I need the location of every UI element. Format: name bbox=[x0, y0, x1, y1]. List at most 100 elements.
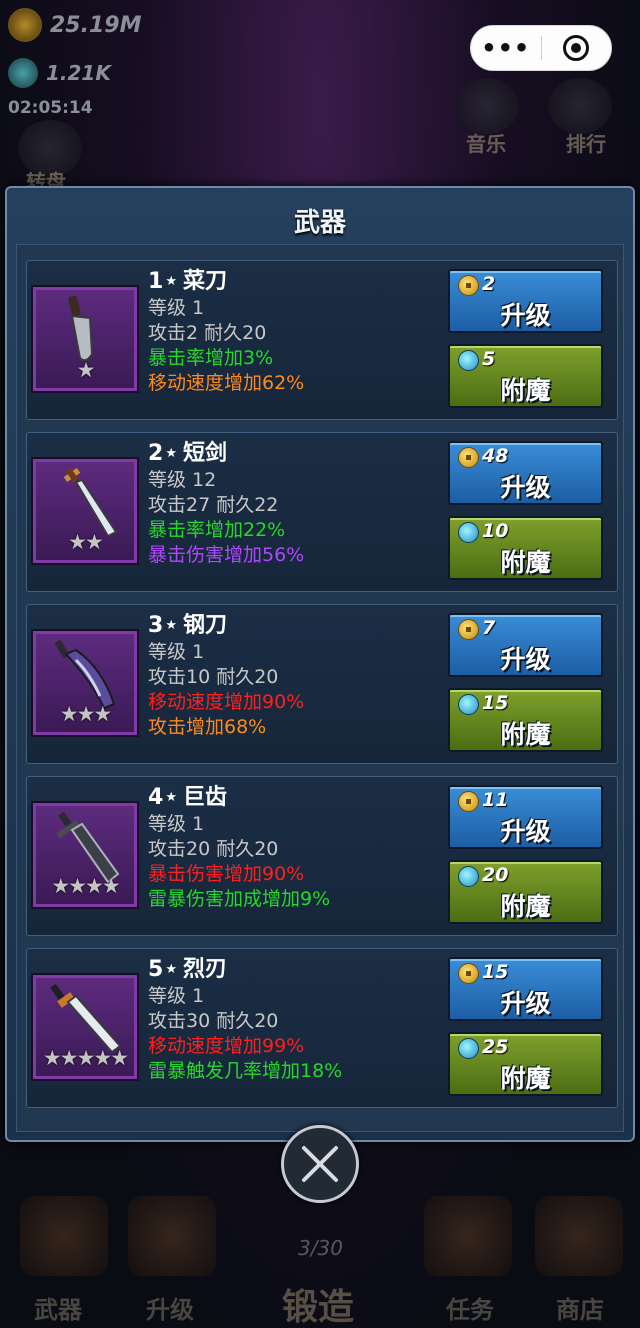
enchant-cost: 15 bbox=[482, 692, 509, 714]
weapon-name: 巨齿 bbox=[182, 785, 227, 810]
upgrade-cost: 15 bbox=[482, 961, 509, 983]
weapon-level: 等级 12 bbox=[148, 469, 217, 491]
star-icon: ★ bbox=[165, 618, 177, 633]
weapon-card-5: ★★★★★ 5 ★ 烈刃 等级 1 攻击30 耐久20 移动速度增加99% 雷暴触发… bbox=[26, 948, 618, 1108]
nav-tasks-icon[interactable] bbox=[424, 1196, 512, 1276]
gold-amount: 25.19M bbox=[50, 12, 142, 38]
rank-icon[interactable] bbox=[548, 78, 612, 134]
weapon-level: 等级 1 bbox=[148, 641, 205, 663]
nav-forge-label[interactable]: 锻造 bbox=[282, 1278, 354, 1328]
nav-weapons-icon[interactable] bbox=[20, 1196, 108, 1276]
weapon-card-2: ★★ 2 ★ 短剑 等级 12 攻击27 耐久22 暴击率增加22% 暴击伤害增加5… bbox=[26, 432, 618, 592]
weapon-stats: 攻击20 耐久20 bbox=[148, 838, 279, 860]
coin-icon bbox=[458, 619, 479, 640]
enchant-label: 附魔 bbox=[500, 1064, 551, 1093]
coin-icon bbox=[458, 963, 479, 984]
gem-icon bbox=[458, 1038, 479, 1059]
weapon-rank: 4 bbox=[148, 785, 164, 810]
nav-upgrade-icon[interactable] bbox=[128, 1196, 216, 1276]
upgrade-label: 升级 bbox=[500, 645, 551, 674]
enchant-label: 附魔 bbox=[500, 376, 551, 405]
star-rating: ★ bbox=[76, 358, 96, 382]
weapon-rank: 5 bbox=[148, 957, 164, 982]
upgrade-button[interactable]: 48 升级 bbox=[448, 441, 603, 505]
star-icon: ★ bbox=[165, 962, 177, 977]
more-menu-icon[interactable]: ••• bbox=[471, 28, 541, 68]
weapons-panel: 武器 ★ 1 ★ 菜刀 等级 1 攻击2 耐久20 暴击率增加3% 移动速度增加62… bbox=[5, 186, 635, 1142]
upgrade-button[interactable]: 15 升级 bbox=[448, 957, 603, 1021]
weapon-card-4: ★★★★ 4 ★ 巨齿 等级 1 攻击20 耐久20 暴击伤害增加90% 雷暴伤害加… bbox=[26, 776, 618, 936]
weapon-bonus-1: 移动速度增加99% bbox=[148, 1035, 305, 1057]
weapon-rank: 2 bbox=[148, 441, 164, 466]
enchant-cost: 20 bbox=[482, 864, 509, 886]
weapon-thumbnail: ★★★ bbox=[31, 629, 139, 737]
weapon-stats: 攻击30 耐久20 bbox=[148, 1010, 279, 1032]
star-icon: ★ bbox=[165, 790, 177, 805]
weapon-name-row: 1 ★ 菜刀 bbox=[148, 269, 304, 294]
weapon-rank: 1 bbox=[148, 269, 164, 294]
gold-counter: 25.19M bbox=[8, 8, 141, 42]
star-icon: ★ bbox=[165, 274, 177, 289]
upgrade-button[interactable]: 7 升级 bbox=[448, 613, 603, 677]
enchant-label: 附魔 bbox=[500, 548, 551, 577]
mini-program-capsule: ••• bbox=[470, 25, 612, 71]
enchant-button[interactable]: 25 附魔 bbox=[448, 1032, 603, 1096]
weapon-name-row: 3 ★ 钢刀 bbox=[148, 613, 304, 638]
upgrade-cost: 11 bbox=[482, 789, 509, 811]
upgrade-label: 升级 bbox=[500, 817, 551, 846]
rank-label: 排行 bbox=[566, 132, 606, 156]
weapon-level: 等级 1 bbox=[148, 985, 205, 1007]
nav-tasks-label: 任务 bbox=[446, 1296, 494, 1324]
coin-icon bbox=[458, 791, 479, 812]
close-button[interactable] bbox=[281, 1125, 359, 1203]
enchant-label: 附魔 bbox=[500, 892, 551, 921]
nav-shop-label: 商店 bbox=[556, 1296, 604, 1324]
star-rating: ★★★★★ bbox=[42, 1046, 129, 1070]
upgrade-label: 升级 bbox=[500, 473, 551, 502]
weapon-bonus-1: 移动速度增加90% bbox=[148, 691, 305, 713]
weapon-bonus-2: 雷暴触发几率增加18% bbox=[148, 1060, 343, 1082]
weapon-card-3: ★★★ 3 ★ 钢刀 等级 1 攻击10 耐久20 移动速度增加90% 攻击增加68… bbox=[26, 604, 618, 764]
nav-shop-icon[interactable] bbox=[535, 1196, 623, 1276]
enchant-button[interactable]: 15 附魔 bbox=[448, 688, 603, 752]
star-rating: ★★★★ bbox=[51, 874, 120, 898]
weapon-level: 等级 1 bbox=[148, 813, 205, 835]
weapon-bonus-1: 暴击率增加22% bbox=[148, 519, 286, 541]
weapon-stats: 攻击10 耐久20 bbox=[148, 666, 279, 688]
enchant-button[interactable]: 5 附魔 bbox=[448, 344, 603, 408]
enchant-label: 附魔 bbox=[500, 720, 551, 749]
weapon-thumbnail: ★★ bbox=[31, 457, 139, 565]
gem-icon bbox=[458, 694, 479, 715]
weapon-name-row: 2 ★ 短剑 bbox=[148, 441, 304, 466]
enchant-button[interactable]: 10 附魔 bbox=[448, 516, 603, 580]
upgrade-label: 升级 bbox=[500, 301, 551, 330]
weapon-stats: 攻击27 耐久22 bbox=[148, 494, 279, 516]
gem-icon bbox=[8, 58, 38, 88]
weapon-rank: 3 bbox=[148, 613, 164, 638]
weapon-bonus-2: 移动速度增加62% bbox=[148, 372, 305, 394]
forge-counter: 3/30 bbox=[298, 1236, 343, 1260]
music-icon[interactable] bbox=[455, 78, 519, 134]
weapon-bonus-2: 雷暴伤害加成增加9% bbox=[148, 888, 331, 910]
gem-icon bbox=[458, 522, 479, 543]
upgrade-button[interactable]: 11 升级 bbox=[448, 785, 603, 849]
upgrade-button[interactable]: 2 升级 bbox=[448, 269, 603, 333]
enchant-button[interactable]: 20 附魔 bbox=[448, 860, 603, 924]
gem-amount: 1.21K bbox=[46, 61, 111, 85]
target-icon bbox=[563, 35, 590, 61]
weapon-name: 短剑 bbox=[182, 441, 227, 466]
upgrade-cost: 48 bbox=[482, 445, 509, 467]
coin-icon bbox=[458, 275, 479, 296]
weapon-thumbnail: ★★★★★ bbox=[31, 973, 139, 1081]
weapon-name-row: 5 ★ 烈刃 bbox=[148, 957, 342, 982]
weapon-level: 等级 1 bbox=[148, 297, 205, 319]
weapon-bonus-1: 暴击伤害增加90% bbox=[148, 863, 305, 885]
timer-text: 02:05:14 bbox=[8, 98, 93, 118]
star-icon: ★ bbox=[165, 446, 177, 461]
coin-icon bbox=[458, 447, 479, 468]
weapon-name: 菜刀 bbox=[182, 269, 227, 294]
star-rating: ★★ bbox=[68, 530, 104, 554]
nav-upgrade-label: 升级 bbox=[146, 1296, 194, 1324]
enchant-cost: 25 bbox=[482, 1036, 509, 1058]
close-program-button[interactable] bbox=[542, 35, 612, 61]
